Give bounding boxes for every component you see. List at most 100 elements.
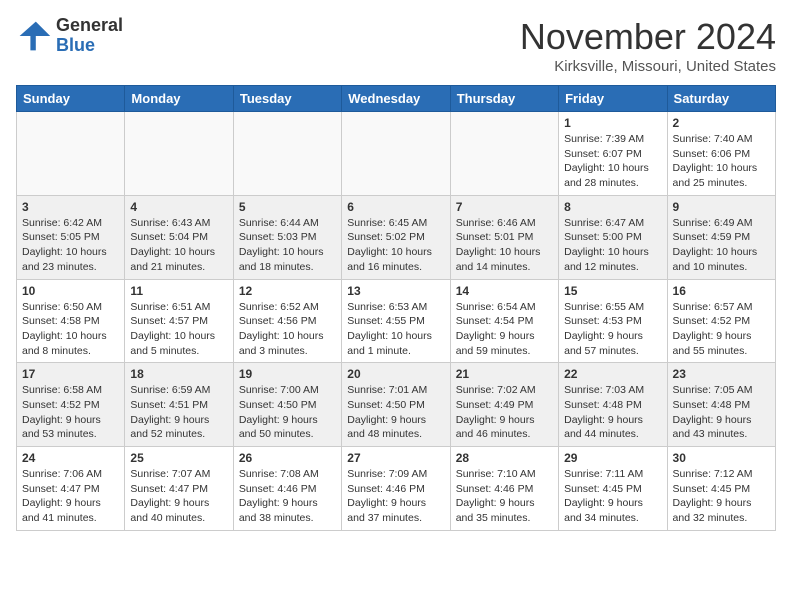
calendar-week-row: 3 Sunrise: 6:42 AM Sunset: 5:05 PM Daylig… (17, 195, 776, 279)
title-block: November 2024 Kirksville, Missouri, Unit… (520, 16, 776, 75)
day-info: Sunrise: 7:01 AM Sunset: 4:50 PM Dayligh… (347, 383, 444, 442)
day-info: Sunrise: 6:46 AM Sunset: 5:01 PM Dayligh… (456, 216, 553, 275)
weekday-header-monday: Monday (125, 86, 233, 112)
calendar-cell: 11 Sunrise: 6:51 AM Sunset: 4:57 PM Dayli… (125, 279, 233, 363)
day-info: Sunrise: 7:11 AM Sunset: 4:45 PM Dayligh… (564, 467, 661, 526)
weekday-header-wednesday: Wednesday (342, 86, 450, 112)
calendar-week-row: 10 Sunrise: 6:50 AM Sunset: 4:58 PM Dayli… (17, 279, 776, 363)
day-number: 15 (564, 284, 661, 298)
day-info: Sunrise: 7:08 AM Sunset: 4:46 PM Dayligh… (239, 467, 336, 526)
day-info: Sunrise: 6:51 AM Sunset: 4:57 PM Dayligh… (130, 300, 227, 359)
day-number: 25 (130, 451, 227, 465)
logo-blue-text: Blue (56, 36, 123, 56)
day-number: 14 (456, 284, 553, 298)
day-number: 8 (564, 200, 661, 214)
logo: General Blue (16, 16, 123, 56)
day-info: Sunrise: 6:52 AM Sunset: 4:56 PM Dayligh… (239, 300, 336, 359)
day-info: Sunrise: 7:12 AM Sunset: 4:45 PM Dayligh… (673, 467, 770, 526)
day-info: Sunrise: 6:58 AM Sunset: 4:52 PM Dayligh… (22, 383, 119, 442)
day-number: 27 (347, 451, 444, 465)
calendar-cell: 15 Sunrise: 6:55 AM Sunset: 4:53 PM Dayli… (559, 279, 667, 363)
day-info: Sunrise: 7:39 AM Sunset: 6:07 PM Dayligh… (564, 132, 661, 191)
calendar-cell: 16 Sunrise: 6:57 AM Sunset: 4:52 PM Dayli… (667, 279, 775, 363)
calendar-cell: 2Sunrise: 7:40 AM Sunset: 6:06 PM Daylig… (667, 112, 775, 196)
day-number: 3 (22, 200, 119, 214)
calendar-week-row: 1 Sunrise: 7:39 AM Sunset: 6:07 PM Daylig… (17, 112, 776, 196)
day-number: 20 (347, 367, 444, 381)
day-number: 17 (22, 367, 119, 381)
day-number: 4 (130, 200, 227, 214)
logo-text: General Blue (56, 16, 123, 56)
day-info: Sunrise: 7:10 AM Sunset: 4:46 PM Dayligh… (456, 467, 553, 526)
day-info: Sunrise: 7:03 AM Sunset: 4:48 PM Dayligh… (564, 383, 661, 442)
calendar-cell (450, 112, 558, 196)
day-info: Sunrise: 7:00 AM Sunset: 4:50 PM Dayligh… (239, 383, 336, 442)
day-number: 23 (673, 367, 770, 381)
day-number: 7 (456, 200, 553, 214)
calendar-cell: 26 Sunrise: 7:08 AM Sunset: 4:46 PM Dayli… (233, 447, 341, 531)
calendar-cell: 3 Sunrise: 6:42 AM Sunset: 5:05 PM Daylig… (17, 195, 125, 279)
calendar-week-row: 17 Sunrise: 6:58 AM Sunset: 4:52 PM Dayli… (17, 363, 776, 447)
weekday-header-tuesday: Tuesday (233, 86, 341, 112)
calendar-cell (125, 112, 233, 196)
day-number: 5 (239, 200, 336, 214)
calendar-cell: 18Sunrise: 6:59 AM Sunset: 4:51 PM Dayli… (125, 363, 233, 447)
day-number: 26 (239, 451, 336, 465)
day-number: 1 (564, 116, 661, 130)
logo-icon (16, 18, 52, 54)
weekday-header-friday: Friday (559, 86, 667, 112)
calendar-cell: 24 Sunrise: 7:06 AM Sunset: 4:47 PM Dayli… (17, 447, 125, 531)
calendar-cell: 13Sunrise: 6:53 AM Sunset: 4:55 PM Dayli… (342, 279, 450, 363)
day-info: Sunrise: 7:02 AM Sunset: 4:49 PM Dayligh… (456, 383, 553, 442)
day-info: Sunrise: 6:59 AM Sunset: 4:51 PM Dayligh… (130, 383, 227, 442)
day-info: Sunrise: 6:54 AM Sunset: 4:54 PM Dayligh… (456, 300, 553, 359)
day-number: 22 (564, 367, 661, 381)
calendar-cell: 20 Sunrise: 7:01 AM Sunset: 4:50 PM Dayli… (342, 363, 450, 447)
day-info: Sunrise: 6:55 AM Sunset: 4:53 PM Dayligh… (564, 300, 661, 359)
day-info: Sunrise: 7:06 AM Sunset: 4:47 PM Dayligh… (22, 467, 119, 526)
day-info: Sunrise: 6:45 AM Sunset: 5:02 PM Dayligh… (347, 216, 444, 275)
day-info: Sunrise: 6:50 AM Sunset: 4:58 PM Dayligh… (22, 300, 119, 359)
calendar-cell: 28 Sunrise: 7:10 AM Sunset: 4:46 PM Dayli… (450, 447, 558, 531)
location-text: Kirksville, Missouri, United States (520, 58, 776, 75)
calendar-header-row: SundayMondayTuesdayWednesdayThursdayFrid… (17, 86, 776, 112)
calendar-cell: 14 Sunrise: 6:54 AM Sunset: 4:54 PM Dayli… (450, 279, 558, 363)
day-info: Sunrise: 6:57 AM Sunset: 4:52 PM Dayligh… (673, 300, 770, 359)
day-info: Sunrise: 6:49 AM Sunset: 4:59 PM Dayligh… (673, 216, 770, 275)
calendar-cell: 12Sunrise: 6:52 AM Sunset: 4:56 PM Dayli… (233, 279, 341, 363)
calendar-cell: 30Sunrise: 7:12 AM Sunset: 4:45 PM Dayli… (667, 447, 775, 531)
calendar-cell (17, 112, 125, 196)
calendar-cell (342, 112, 450, 196)
calendar-cell: 27Sunrise: 7:09 AM Sunset: 4:46 PM Dayli… (342, 447, 450, 531)
day-number: 10 (22, 284, 119, 298)
weekday-header-sunday: Sunday (17, 86, 125, 112)
calendar-cell: 4Sunrise: 6:43 AM Sunset: 5:04 PM Daylig… (125, 195, 233, 279)
month-title: November 2024 (520, 16, 776, 58)
day-number: 29 (564, 451, 661, 465)
day-number: 11 (130, 284, 227, 298)
day-number: 21 (456, 367, 553, 381)
day-info: Sunrise: 6:42 AM Sunset: 5:05 PM Dayligh… (22, 216, 119, 275)
calendar-cell: 19 Sunrise: 7:00 AM Sunset: 4:50 PM Dayli… (233, 363, 341, 447)
day-number: 16 (673, 284, 770, 298)
day-info: Sunrise: 6:53 AM Sunset: 4:55 PM Dayligh… (347, 300, 444, 359)
calendar-cell: 25Sunrise: 7:07 AM Sunset: 4:47 PM Dayli… (125, 447, 233, 531)
calendar-cell: 17 Sunrise: 6:58 AM Sunset: 4:52 PM Dayli… (17, 363, 125, 447)
calendar-cell: 8Sunrise: 6:47 AM Sunset: 5:00 PM Daylig… (559, 195, 667, 279)
calendar-cell: 29 Sunrise: 7:11 AM Sunset: 4:45 PM Dayli… (559, 447, 667, 531)
day-number: 19 (239, 367, 336, 381)
calendar-cell: 21 Sunrise: 7:02 AM Sunset: 4:49 PM Dayli… (450, 363, 558, 447)
weekday-header-thursday: Thursday (450, 86, 558, 112)
day-info: Sunrise: 6:44 AM Sunset: 5:03 PM Dayligh… (239, 216, 336, 275)
day-number: 9 (673, 200, 770, 214)
calendar-cell: 23Sunrise: 7:05 AM Sunset: 4:48 PM Dayli… (667, 363, 775, 447)
day-number: 24 (22, 451, 119, 465)
day-number: 6 (347, 200, 444, 214)
calendar-week-row: 24 Sunrise: 7:06 AM Sunset: 4:47 PM Dayli… (17, 447, 776, 531)
calendar-cell: 10 Sunrise: 6:50 AM Sunset: 4:58 PM Dayli… (17, 279, 125, 363)
day-number: 28 (456, 451, 553, 465)
logo-general-text: General (56, 16, 123, 36)
calendar-cell: 9 Sunrise: 6:49 AM Sunset: 4:59 PM Daylig… (667, 195, 775, 279)
calendar-cell: 22 Sunrise: 7:03 AM Sunset: 4:48 PM Dayli… (559, 363, 667, 447)
day-number: 2 (673, 116, 770, 130)
